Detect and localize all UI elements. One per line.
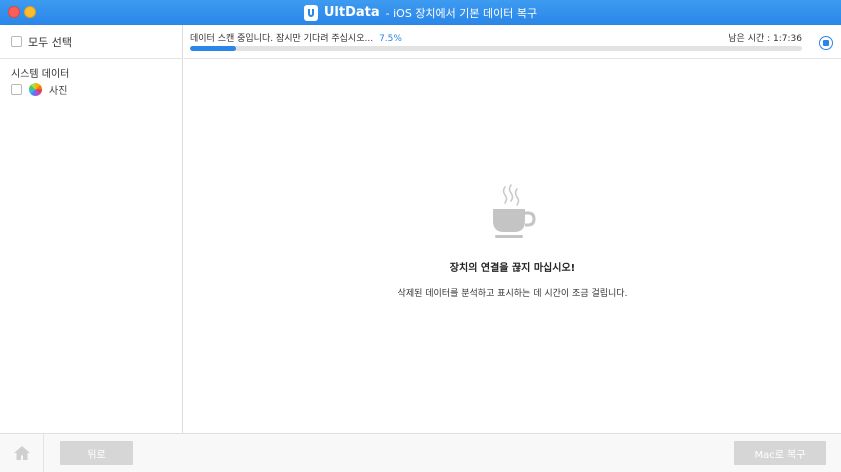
select-all-checkbox[interactable] [11, 36, 22, 47]
window-title: UltData - iOS 장치에서 기본 데이터 복구 [0, 0, 841, 25]
title-bar: UltData - iOS 장치에서 기본 데이터 복구 [0, 0, 841, 25]
back-button[interactable]: 뒤로 [60, 441, 133, 465]
ultdata-logo-icon [303, 4, 318, 21]
remaining-time-label: 남은 시간 : [728, 34, 771, 44]
scan-status-text: 데이터 스캔 중입니다. 잠시만 기다려 주십시오... [190, 34, 374, 44]
message-subtitle: 삭제된 데이터를 분석하고 표시하는 데 시간이 조금 걸립니다. [397, 289, 628, 299]
window-title-text: - iOS 장치에서 기본 데이터 복구 [385, 6, 538, 20]
remaining-time: 남은 시간 : 1:7:36 [728, 31, 802, 44]
stop-scan-button[interactable] [819, 36, 833, 50]
bottom-bar: 뒤로 Mac로 복구 [0, 433, 841, 472]
progress-bar-fill [190, 46, 236, 51]
sidebar-item-photos[interactable]: 사진 [0, 81, 182, 97]
home-button[interactable] [0, 434, 44, 472]
restore-to-mac-button[interactable]: Mac로 복구 [734, 441, 826, 465]
window-title-brand: UltData [323, 5, 380, 20]
coffee-cup-icon [493, 184, 536, 238]
scan-progress-header: 데이터 스캔 중입니다. 잠시만 기다려 주십시오... 7.5% 남은 시간 :… [184, 25, 841, 59]
select-all-label: 모두 선택 [28, 35, 72, 49]
home-icon [13, 446, 30, 460]
select-all-row[interactable]: 모두 선택 [0, 25, 182, 59]
progress-bar [190, 46, 802, 51]
remaining-time-value: 1:7:36 [773, 34, 802, 44]
scan-status: 데이터 스캔 중입니다. 잠시만 기다려 주십시오... 7.5% [190, 31, 402, 44]
message-title: 장치의 연결을 끊지 마십시오! [449, 263, 576, 274]
sidebar: 모두 선택 시스템 데이터 사진 [0, 25, 183, 433]
section-title-system-data: 시스템 데이터 [11, 69, 70, 80]
sidebar-item-label: 사진 [49, 85, 68, 97]
photos-checkbox[interactable] [11, 83, 22, 95]
scan-percent: 7.5% [379, 34, 402, 44]
photos-icon [29, 82, 42, 96]
stop-icon [823, 40, 829, 46]
